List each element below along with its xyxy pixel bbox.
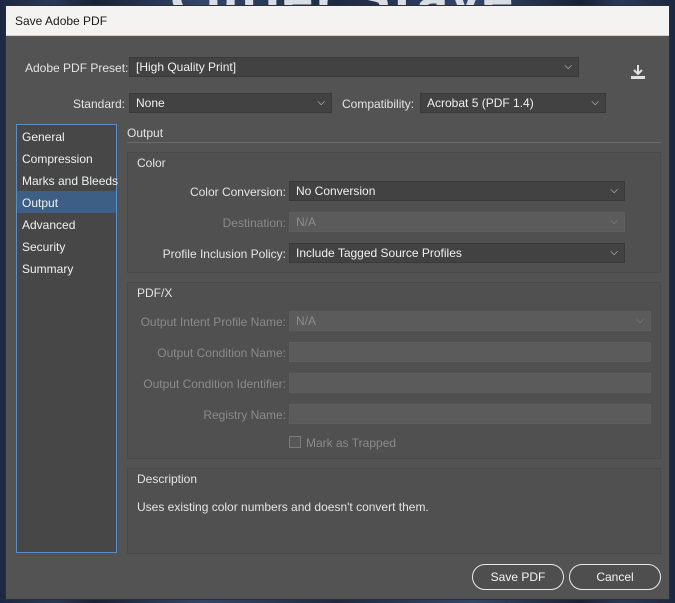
sidebar-item-advanced[interactable]: Advanced [17,213,116,235]
window-title: Save Adobe PDF [6,6,669,36]
sidebar-item-compression[interactable]: Compression [17,147,116,169]
mark-as-trapped-label: Mark as Trapped [306,436,397,450]
pdfx-group [127,282,661,459]
save-pdf-button[interactable]: Save PDF [472,564,564,590]
destination-select: N/A ⌵ [289,212,625,232]
cancel-button[interactable]: Cancel [569,564,661,590]
save-adobe-pdf-dialog: Save Adobe PDF Adobe PDF Preset: [High Q… [5,5,670,600]
compatibility-value: Acrobat 5 (PDF 1.4) [427,96,534,110]
output-condition-identifier-field [289,373,651,393]
chevron-down-icon: ⌵ [317,97,325,108]
standard-value: None [136,96,165,110]
download-icon[interactable] [628,62,648,82]
color-group-title: Color [137,156,166,170]
pdfx-group-title: PDF/X [137,286,173,300]
output-condition-identifier-label: Output Condition Identifier: [143,377,286,391]
sidebar-item-security[interactable]: Security [17,235,116,257]
destination-label: Destination: [222,216,286,230]
chevron-down-icon: ⌵ [610,247,618,258]
output-intent-value: N/A [296,314,317,328]
compatibility-label: Compatibility: [342,97,415,111]
color-conversion-value: No Conversion [296,184,376,198]
chevron-down-icon: ⌵ [591,97,599,108]
standard-label: Standard: [72,97,125,111]
description-text: Uses existing color numbers and doesn't … [137,500,429,514]
standard-select[interactable]: None ⌵ [129,93,332,113]
profile-inclusion-label: Profile Inclusion Policy: [162,247,286,261]
sidebar-item-general[interactable]: General [17,125,116,147]
chevron-down-icon: ⌵ [610,185,618,196]
output-condition-name-label: Output Condition Name: [157,346,286,360]
section-title: Output [127,126,164,140]
section-header: Output [127,125,661,143]
color-conversion-select[interactable]: No Conversion ⌵ [289,181,625,201]
output-intent-select: N/A ⌵ [289,311,651,331]
sidebar: General Compression Marks and Bleeds Out… [16,124,118,553]
preset-select[interactable]: [High Quality Print] ⌵ [129,57,579,77]
sidebar-item-summary[interactable]: Summary [17,257,116,279]
color-conversion-label: Color Conversion: [189,185,286,199]
chevron-down-icon: ⌵ [610,216,618,227]
preset-label: Adobe PDF Preset: [25,61,129,75]
profile-inclusion-value: Include Tagged Source Profiles [296,246,462,260]
chevron-down-icon: ⌵ [564,61,572,72]
sidebar-item-output[interactable]: Output [17,191,116,213]
sidebar-item-marks-and-bleeds[interactable]: Marks and Bleeds [17,169,118,191]
preset-value: [High Quality Print] [136,60,237,74]
chevron-down-icon: ⌵ [636,315,644,326]
profile-inclusion-select[interactable]: Include Tagged Source Profiles ⌵ [289,243,625,263]
output-condition-name-field [289,342,651,362]
mark-as-trapped-checkbox [289,436,301,448]
registry-name-label: Registry Name: [203,408,286,422]
description-title: Description [137,472,198,486]
output-intent-label: Output Intent Profile Name: [140,315,286,329]
registry-name-field [289,404,651,424]
destination-value: N/A [296,215,317,229]
compatibility-select[interactable]: Acrobat 5 (PDF 1.4) ⌵ [420,93,606,113]
